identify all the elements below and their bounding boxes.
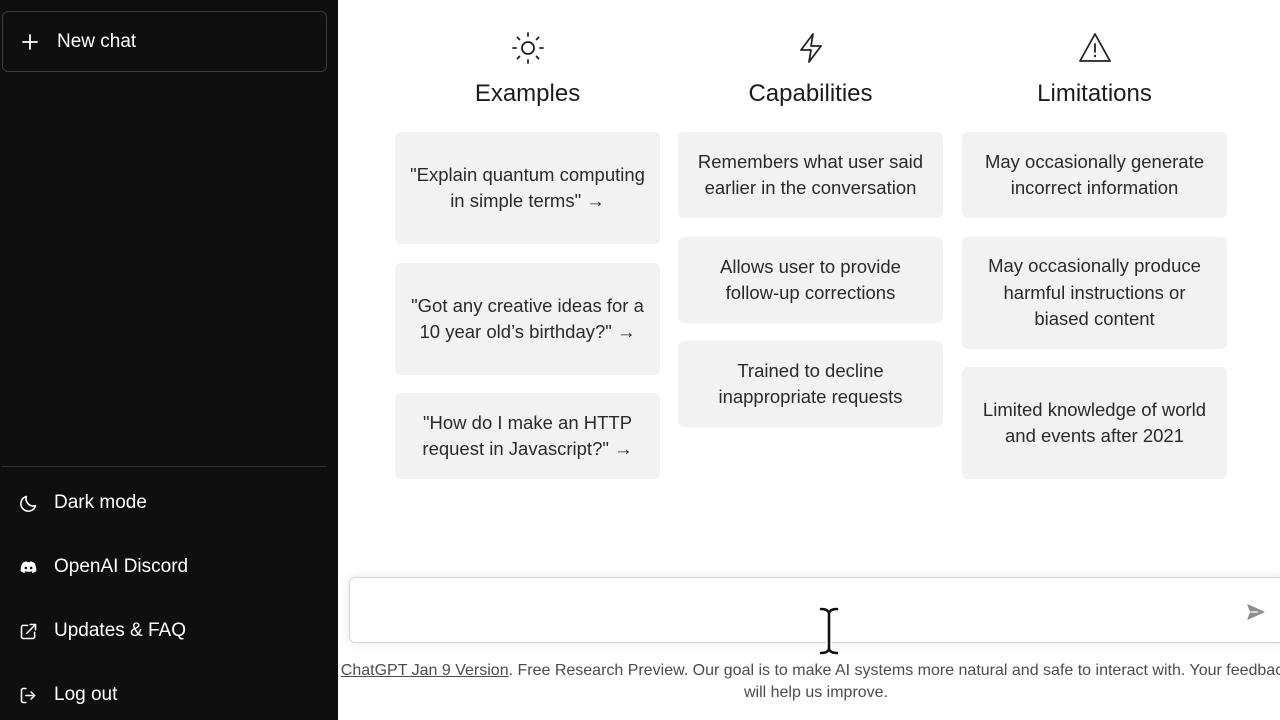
examples-column: Examples: [395, 30, 660, 108]
card-text: May occasionally generate incorrect info…: [984, 150, 1205, 199]
external-link-icon: [17, 620, 39, 642]
capability-card: Trained to decline inappropriate request…: [678, 341, 943, 427]
lightning-icon: [678, 30, 943, 68]
sidebar-divider: [2, 466, 326, 467]
text-cursor-icon: [815, 603, 843, 659]
discord-icon: [17, 556, 39, 578]
example-prompt-card[interactable]: "Got any creative ideas for a 10 year ol…: [395, 263, 660, 375]
sidebar-item-label: Updates & FAQ: [54, 620, 187, 641]
limitation-card: May occasionally produce harmful instruc…: [962, 237, 1227, 349]
card-text: "How do I make an HTTP request in Javasc…: [422, 411, 633, 460]
version-link[interactable]: ChatGPT Jan 9 Version: [341, 662, 509, 679]
new-chat-label: New chat: [57, 30, 137, 52]
column-title: Examples: [474, 80, 581, 107]
sidebar-item-updates-faq[interactable]: Updates & FAQ: [0, 605, 338, 657]
sidebar: New chat Dark mode OpenAI Discord Update…: [0, 0, 338, 720]
capability-card: Allows user to provide follow-up correct…: [678, 237, 943, 323]
column-header: Examples: [395, 30, 660, 108]
example-prompt-card[interactable]: "Explain quantum computing in simple ter…: [395, 132, 660, 244]
card-text: May occasionally produce harmful instruc…: [988, 255, 1201, 330]
column-header: Limitations: [962, 30, 1227, 108]
sidebar-item-label: Dark mode: [54, 492, 147, 513]
send-icon: [1245, 601, 1267, 628]
footer-disclaimer: ChatGPT Jan 9 Version. Free Research Pre…: [338, 660, 1280, 704]
sidebar-item-dark-mode[interactable]: Dark mode: [0, 477, 338, 529]
new-chat-button[interactable]: New chat: [2, 11, 327, 72]
example-prompt-card[interactable]: "How do I make an HTTP request in Javasc…: [395, 393, 660, 479]
plus-icon: [20, 32, 40, 52]
send-button[interactable]: [1243, 601, 1269, 627]
message-input[interactable]: [364, 596, 1224, 626]
moon-icon: [17, 492, 39, 514]
card-text: "Explain quantum computing in simple ter…: [410, 163, 645, 212]
sidebar-item-log-out[interactable]: Log out: [0, 669, 338, 720]
card-text: "Got any creative ideas for a 10 year ol…: [411, 294, 644, 343]
capability-card: Remembers what user said earlier in the …: [678, 132, 943, 218]
column-header: Capabilities: [678, 30, 943, 108]
column-title: Limitations: [1037, 80, 1152, 107]
sidebar-item-openai-discord[interactable]: OpenAI Discord: [0, 541, 338, 593]
sidebar-item-label: OpenAI Discord: [54, 556, 189, 577]
logout-icon: [17, 684, 39, 706]
card-text: Trained to decline inappropriate request…: [718, 359, 903, 408]
limitation-card: Limited knowledge of world and events af…: [962, 367, 1227, 479]
sun-icon: [395, 30, 660, 68]
column-title: Capabilities: [748, 80, 873, 107]
limitation-card: May occasionally generate incorrect info…: [962, 132, 1227, 218]
card-text: Remembers what user said earlier in the …: [697, 150, 924, 199]
card-text: Limited knowledge of world and events af…: [982, 398, 1207, 447]
capabilities-column: Capabilities: [678, 30, 943, 108]
sidebar-item-label: Log out: [54, 684, 118, 705]
card-text: Allows user to provide follow-up correct…: [720, 255, 901, 304]
limitations-column: Limitations: [962, 30, 1227, 108]
warning-icon: [962, 30, 1227, 68]
footer-text: . Free Research Preview. Our goal is to …: [508, 662, 1280, 701]
